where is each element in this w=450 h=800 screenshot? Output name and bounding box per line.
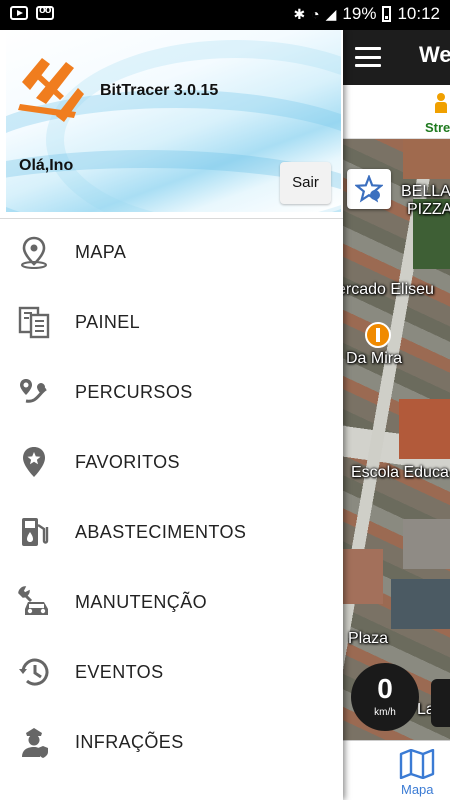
map-label: PIZZA	[407, 201, 450, 218]
status-bar: ✱ ◔ ◢ 19% 10:12	[0, 0, 450, 30]
menu-label: MAPA	[75, 242, 127, 262]
menu-label: MANUTENÇÃO	[75, 592, 208, 612]
route-icon	[20, 379, 47, 403]
toolbar-title: We	[419, 42, 450, 67]
fuel-pump-icon	[22, 518, 49, 546]
favorite-location-button[interactable]	[347, 169, 391, 209]
menu-label: ABASTECIMENTOS	[75, 522, 247, 542]
menu-item-eventos[interactable]: EVENTOS	[0, 638, 343, 708]
menu-label: PERCURSOS	[75, 382, 193, 402]
speed-unit: km/h	[374, 707, 396, 718]
menu-item-painel[interactable]: PAINEL	[0, 288, 343, 358]
battery-icon	[382, 6, 392, 22]
officer-icon	[22, 728, 48, 758]
app-toolbar: We	[343, 30, 450, 85]
map-label: Da Mira	[346, 350, 403, 367]
navigation-drawer: BitTracer 3.0.15 Olá,Ino Sair MAPA PAINE…	[0, 30, 343, 800]
map-view[interactable]: BELLA PIZZA ercado Eliseu Da Mira Escola…	[343, 139, 450, 740]
streetview-icon[interactable]	[433, 93, 449, 115]
map-label: Escola Educa	[351, 464, 449, 481]
menu-label: INFRAÇÕES	[75, 732, 184, 752]
tab-street[interactable]: Stre	[425, 120, 450, 135]
wifi-icon: ◔	[311, 6, 320, 22]
menu-item-percursos[interactable]: PERCURSOS	[0, 358, 343, 428]
drawer-header: BitTracer 3.0.15 Olá,Ino Sair	[6, 30, 341, 212]
menu-item-favoritos[interactable]: FAVORITOS	[0, 428, 343, 498]
signal-icon: ◢	[325, 5, 337, 22]
star-icon	[355, 175, 383, 203]
youtube-notification-icon	[10, 6, 28, 20]
restaurant-pin-icon[interactable]	[365, 322, 391, 348]
dashboard-icon	[18, 306, 50, 339]
clock: 10:12	[397, 4, 440, 23]
menu-label: PAINEL	[75, 312, 141, 332]
map-label: Plaza	[348, 630, 389, 647]
user-greeting: Olá,Ino	[19, 157, 74, 174]
menu-item-manutencao[interactable]: MANUTENÇÃO	[0, 568, 343, 638]
tab-bar: Stre	[343, 85, 450, 139]
menu-item-abastecimentos[interactable]: ABASTECIMENTOS	[0, 498, 343, 568]
voicemail-icon	[36, 4, 54, 20]
star-pin-icon	[23, 447, 45, 477]
menu-item-infracoes[interactable]: INFRAÇÕES	[0, 708, 343, 778]
map-control[interactable]	[431, 679, 450, 727]
hamburger-menu-icon[interactable]	[355, 47, 381, 67]
app-name: BitTracer 3.0.15	[100, 82, 219, 99]
bottom-navigation: Mapa	[343, 740, 450, 800]
map-label: ercado Eliseu	[343, 281, 434, 298]
map-label: BELLA	[401, 183, 450, 200]
speedometer: 0 km/h	[351, 663, 419, 731]
logout-button[interactable]: Sair	[280, 162, 331, 204]
battery-percent: 19%	[342, 4, 377, 23]
tab-map[interactable]: Mapa	[401, 782, 434, 797]
menu-item-mapa[interactable]: MAPA	[0, 218, 343, 288]
map-pin-icon	[21, 236, 47, 269]
history-icon	[19, 658, 49, 686]
drawer-menu: MAPA PAINEL PERCURSOS FAVORITOS ABASTECI…	[0, 218, 343, 778]
speed-value: 0	[377, 673, 393, 704]
background-app: We Stre BELLA PIZZA ercado Eliseu Da Mir…	[343, 30, 450, 800]
folded-map-icon[interactable]	[399, 749, 435, 779]
bluetooth-icon: ✱	[293, 5, 306, 22]
bittracer-logo	[18, 58, 84, 122]
car-wrench-icon	[18, 586, 48, 615]
menu-label: EVENTOS	[75, 662, 164, 682]
menu-label: FAVORITOS	[75, 452, 180, 472]
